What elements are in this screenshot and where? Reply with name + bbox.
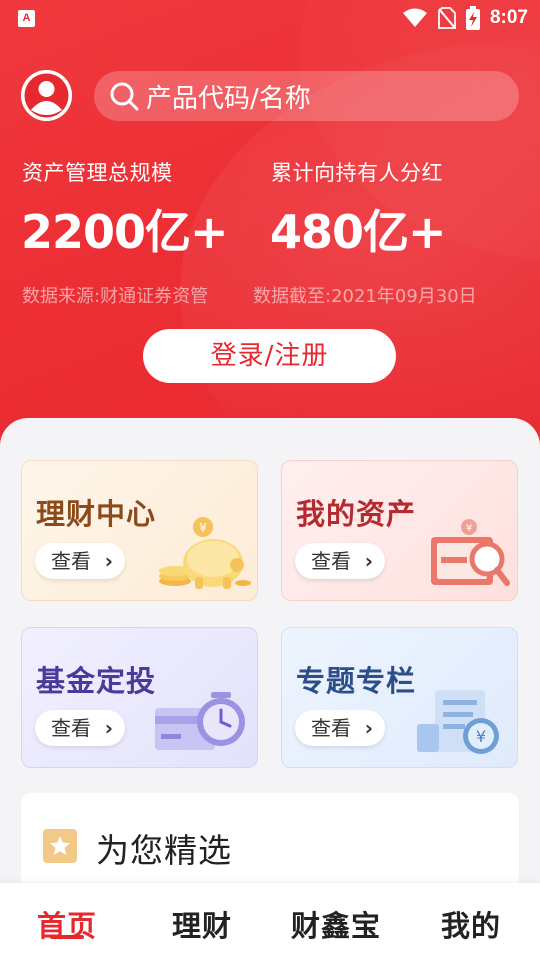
- data-date-note: 数据截至:2021年09月30日: [253, 286, 477, 307]
- user-avatar-icon: [21, 70, 72, 121]
- avatar[interactable]: [21, 70, 72, 121]
- card-title: 理财中心: [36, 497, 157, 531]
- status-bar: A 8:07: [0, 0, 540, 36]
- view-button[interactable]: 查看 ›: [35, 710, 125, 746]
- bottom-tab-bar: 首页 理财 财鑫宝 我的: [0, 883, 540, 960]
- card-special-topics[interactable]: 专题专栏 查看 › ¥: [281, 627, 518, 768]
- login-register-button[interactable]: 登录/注册: [143, 329, 396, 383]
- status-time: 8:07: [489, 7, 528, 28]
- app-notification-icon: A: [18, 10, 35, 27]
- featured-section: 为您精选: [21, 793, 519, 893]
- tab-mine[interactable]: 我的: [441, 903, 501, 945]
- no-sim-icon: [437, 7, 456, 29]
- piggy-bank-icon: ¥: [159, 517, 251, 589]
- svg-text:¥: ¥: [466, 523, 472, 534]
- chevron-right-icon: ›: [364, 549, 373, 573]
- tab-caixinbao[interactable]: 财鑫宝: [291, 903, 381, 945]
- data-source-note: 数据来源:财通证券资管: [22, 286, 209, 307]
- view-button[interactable]: 查看 ›: [35, 543, 125, 579]
- aum-label: 资产管理总规模: [22, 161, 173, 185]
- card-clock-icon: [155, 692, 245, 750]
- view-button-label: 查看: [51, 716, 91, 740]
- status-icons: 8:07: [402, 6, 528, 30]
- view-button[interactable]: 查看 ›: [295, 710, 385, 746]
- chevron-right-icon: ›: [104, 549, 113, 573]
- view-button[interactable]: 查看 ›: [295, 543, 385, 579]
- wifi-icon: [402, 8, 427, 27]
- card-fund-investment[interactable]: 基金定投 查看 ›: [21, 627, 258, 768]
- active-tab-indicator: [50, 935, 84, 939]
- tab-wealth[interactable]: 理财: [172, 903, 232, 945]
- card-title: 基金定投: [36, 664, 157, 698]
- view-button-label: 查看: [311, 549, 351, 573]
- dividend-label: 累计向持有人分红: [271, 161, 443, 185]
- aum-value: 2200亿+: [21, 205, 229, 259]
- search-icon: [110, 82, 139, 111]
- view-button-label: 查看: [311, 716, 351, 740]
- section-title: 为您精选: [96, 831, 232, 870]
- chevron-right-icon: ›: [364, 716, 373, 740]
- wallet-magnifier-icon: ¥: [431, 519, 510, 586]
- svg-text:¥: ¥: [476, 727, 486, 746]
- battery-charging-icon: [465, 6, 480, 30]
- search-input[interactable]: 产品代码/名称: [94, 71, 519, 121]
- card-my-assets[interactable]: 我的资产 查看 › ¥: [281, 460, 518, 601]
- chevron-right-icon: ›: [104, 716, 113, 740]
- dividend-value: 480亿+: [270, 205, 447, 259]
- card-title: 我的资产: [296, 497, 417, 531]
- document-yuan-icon: ¥: [417, 690, 499, 754]
- star-badge-icon: [43, 829, 77, 863]
- card-title: 专题专栏: [296, 664, 417, 698]
- view-button-label: 查看: [51, 549, 91, 573]
- search-placeholder: 产品代码/名称: [146, 83, 311, 114]
- card-wealth-center[interactable]: 理财中心 查看 › ¥: [21, 460, 258, 601]
- svg-text:¥: ¥: [199, 521, 207, 535]
